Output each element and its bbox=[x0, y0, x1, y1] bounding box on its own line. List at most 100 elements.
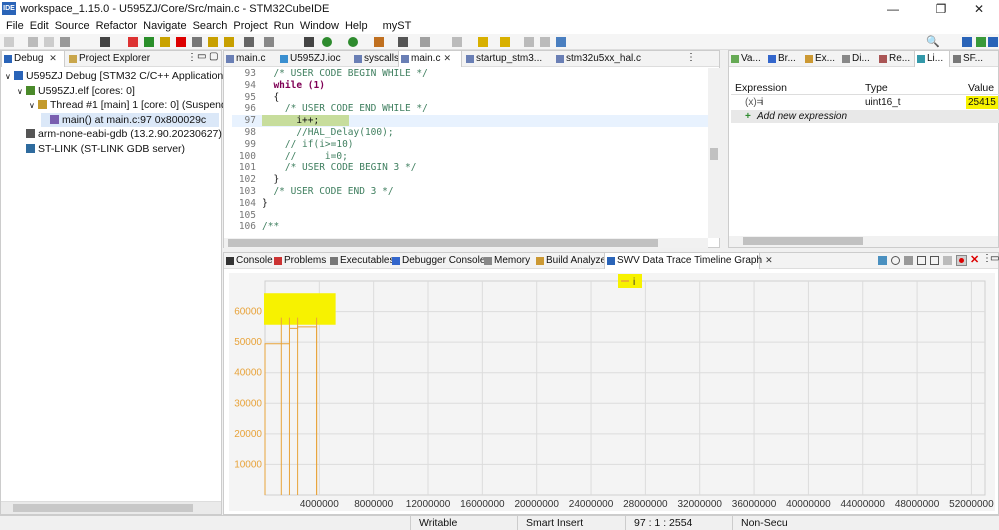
code-line[interactable]: 94 while (1) bbox=[232, 80, 716, 92]
open-type-icon[interactable] bbox=[420, 37, 430, 47]
build-all-icon[interactable] bbox=[264, 37, 274, 47]
debug-tree-item[interactable]: ∨ U595ZJ.elf [cores: 0] bbox=[17, 84, 135, 98]
code-line[interactable]: 102 } bbox=[232, 174, 716, 186]
code-line[interactable]: 103 /* USER CODE END 3 */ bbox=[232, 186, 716, 198]
zoom-in-icon[interactable] bbox=[917, 256, 926, 265]
search-icon[interactable]: 🔍 bbox=[926, 35, 940, 48]
more-tabs-icon[interactable]: ⋮ bbox=[686, 52, 696, 63]
menu-search[interactable]: Search bbox=[190, 18, 231, 34]
code-line[interactable]: 95 { bbox=[232, 92, 716, 104]
terminate-icon[interactable] bbox=[176, 37, 186, 47]
bottom-tab[interactable]: Memory bbox=[482, 253, 532, 269]
debug-scroll-thumb[interactable] bbox=[13, 504, 193, 512]
menu-run[interactable]: Run bbox=[271, 18, 297, 34]
code-line[interactable]: 98 //HAL_Delay(100); bbox=[232, 127, 716, 139]
expressions-tab[interactable]: Li... bbox=[914, 51, 950, 67]
menu-project[interactable]: Project bbox=[230, 18, 270, 34]
run-icon[interactable] bbox=[322, 37, 332, 47]
menu-help[interactable]: Help bbox=[342, 18, 371, 34]
editor-vertical-scrollbar[interactable] bbox=[708, 68, 720, 238]
save-icon[interactable] bbox=[28, 37, 38, 47]
bottom-tab[interactable]: Build Analyzer bbox=[534, 253, 609, 269]
save-all-icon[interactable] bbox=[44, 37, 54, 47]
print-icon[interactable] bbox=[60, 37, 70, 47]
perspective-debug-icon[interactable] bbox=[988, 37, 998, 47]
pin-editor-icon[interactable] bbox=[556, 37, 566, 47]
new-icon[interactable] bbox=[4, 37, 14, 47]
perspective-cubeide-icon[interactable] bbox=[962, 37, 972, 47]
tab-debug-close-icon[interactable]: ✕ bbox=[49, 53, 57, 63]
resume-icon[interactable] bbox=[144, 37, 154, 47]
debug-tree-item[interactable]: ∨ Thread #1 [main] 1 [core: 0] (Suspended… bbox=[29, 98, 244, 112]
perspective-cubemx-icon[interactable] bbox=[976, 37, 986, 47]
disconnect-icon[interactable] bbox=[192, 37, 202, 47]
code-line[interactable]: 93 /* USER CODE BEGIN WHILE */ bbox=[232, 68, 716, 80]
menu-navigate[interactable]: Navigate bbox=[140, 18, 189, 34]
view-menu-icon[interactable]: ⋮ bbox=[187, 52, 197, 63]
editor-tab[interactable]: main.c ✕ bbox=[398, 51, 462, 67]
toggle-mark-icon[interactable] bbox=[452, 37, 462, 47]
next-annotation-icon[interactable] bbox=[478, 37, 488, 47]
skip-breakpoints-icon[interactable] bbox=[128, 37, 138, 47]
expressions-tab[interactable]: Di... bbox=[840, 51, 876, 67]
debug-tree-item[interactable]: arm-none-eabi-gdb (13.2.90.20230627) bbox=[17, 127, 222, 141]
build-icon[interactable] bbox=[244, 37, 254, 47]
expression-row[interactable]: (x)= i uint16_t 25415 bbox=[731, 96, 999, 109]
expression-value[interactable]: 25415 bbox=[966, 96, 998, 109]
debug-tree-item[interactable]: main() at main.c:97 0x800029c bbox=[41, 112, 219, 127]
tab-project-explorer[interactable]: Project Explorer bbox=[67, 51, 150, 67]
debug-icon[interactable] bbox=[348, 37, 358, 47]
menu-edit[interactable]: Edit bbox=[27, 18, 52, 34]
minimize-view-icon[interactable]: ▭ bbox=[197, 51, 206, 62]
code-line[interactable]: 101 /* USER CODE BEGIN 3 */ bbox=[232, 162, 716, 174]
status-insert-mode[interactable]: Smart Insert bbox=[517, 516, 625, 530]
code-line[interactable]: 105 bbox=[232, 210, 716, 222]
zoom-out-icon[interactable] bbox=[930, 256, 939, 265]
add-expression-row[interactable]: + Add new expression bbox=[731, 110, 999, 123]
minimize-bottom-icon[interactable]: ▭ bbox=[990, 253, 999, 264]
build-target-icon[interactable] bbox=[304, 37, 314, 47]
expressions-scroll-thumb[interactable] bbox=[743, 237, 863, 245]
start-trace-button[interactable] bbox=[956, 255, 967, 266]
external-tools-icon[interactable] bbox=[374, 37, 384, 47]
suspend-icon[interactable] bbox=[160, 37, 170, 47]
new-class-icon[interactable] bbox=[398, 37, 408, 47]
menu-window[interactable]: Window bbox=[297, 18, 342, 34]
back-icon[interactable] bbox=[524, 37, 534, 47]
clock-icon[interactable] bbox=[891, 256, 900, 265]
expressions-tab[interactable]: Va... bbox=[729, 51, 765, 67]
forward-icon[interactable] bbox=[540, 37, 550, 47]
debug-settings-icon[interactable] bbox=[100, 37, 110, 47]
bottom-tab[interactable]: Problems bbox=[272, 253, 326, 269]
tab-debug[interactable]: Debug ✕ bbox=[1, 51, 65, 67]
menu-source[interactable]: Source bbox=[52, 18, 93, 34]
graph-settings-icon[interactable] bbox=[904, 256, 913, 265]
export-icon[interactable] bbox=[878, 256, 887, 265]
code-line[interactable]: 96 /* USER CODE END WHILE */ bbox=[232, 103, 716, 115]
column-type[interactable]: Type bbox=[865, 81, 888, 95]
code-line[interactable]: 99 // if(i>=10) bbox=[232, 139, 716, 151]
maximize-button[interactable]: ❐ bbox=[921, 0, 961, 18]
swv-timeline-chart[interactable]: 10000 20000 30000 40000 50000 60000 4000000 800… bbox=[229, 273, 995, 511]
editor-tab[interactable]: syscalls.c bbox=[352, 51, 407, 67]
bottom-tab-close-icon[interactable]: ✕ bbox=[765, 255, 773, 265]
expressions-tab[interactable]: SF... bbox=[951, 51, 987, 67]
editor-tab[interactable]: startup_stm3... bbox=[464, 51, 552, 67]
bottom-tab[interactable]: SWV Data Trace Timeline Graph ✕ bbox=[604, 253, 773, 269]
previous-annotation-icon[interactable] bbox=[500, 37, 510, 47]
bottom-tab[interactable]: Console bbox=[224, 253, 273, 269]
code-line[interactable]: 97 i++; bbox=[232, 115, 716, 128]
step-over-icon[interactable] bbox=[224, 37, 234, 47]
editor-tab-close-icon[interactable]: ✕ bbox=[443, 53, 451, 63]
expressions-tab[interactable]: Ex... bbox=[803, 51, 839, 67]
column-value[interactable]: Value bbox=[968, 81, 994, 95]
close-button[interactable]: ✕ bbox=[959, 0, 999, 18]
editor-horizontal-scrollbar[interactable] bbox=[224, 238, 708, 248]
code-area[interactable]: 93 /* USER CODE BEGIN WHILE */94 while (… bbox=[232, 68, 716, 238]
step-into-icon[interactable] bbox=[208, 37, 218, 47]
expressions-horizontal-scrollbar[interactable] bbox=[729, 236, 998, 247]
debug-horizontal-scrollbar[interactable] bbox=[1, 501, 221, 514]
minimize-button[interactable]: — bbox=[873, 0, 913, 18]
tree-expander-icon[interactable]: ∨ bbox=[17, 85, 26, 99]
expressions-tab[interactable]: Re... bbox=[877, 51, 913, 67]
